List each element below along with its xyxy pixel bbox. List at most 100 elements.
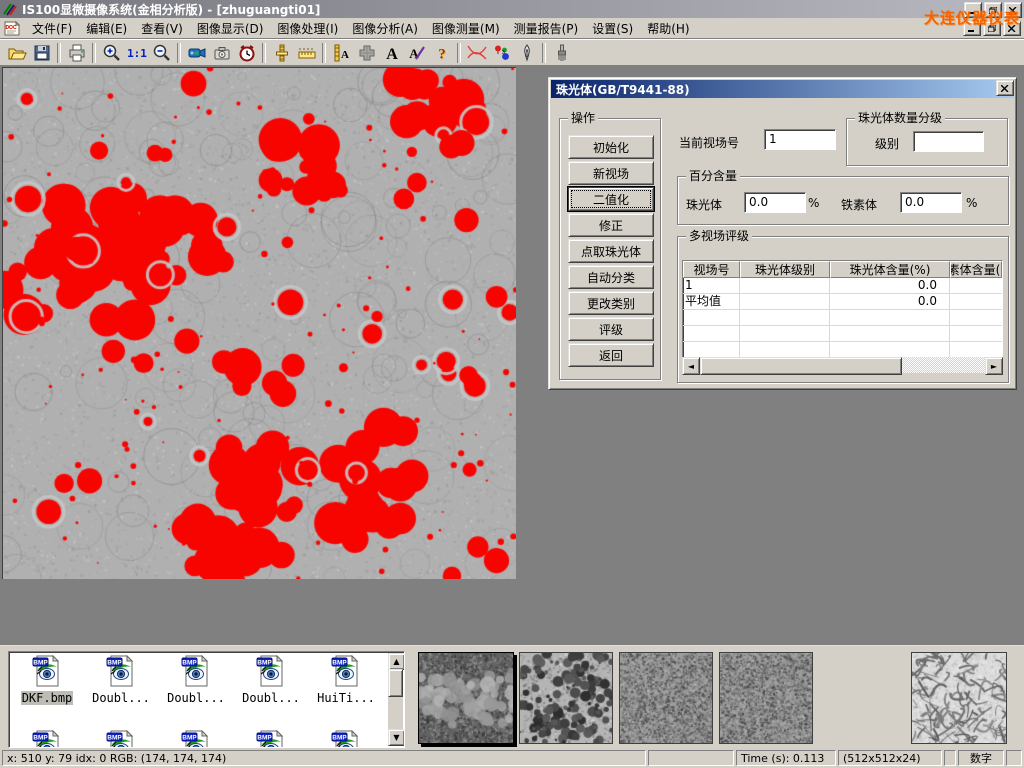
file-name: HuiTi... (316, 691, 376, 705)
menu-help[interactable]: 帮助(H) (640, 18, 696, 39)
phase-classify-balls-icon[interactable]: 3 (489, 41, 514, 65)
current-view-input[interactable]: 1 (764, 129, 836, 150)
menu-file[interactable]: 文件(F) (25, 18, 79, 39)
correct-button[interactable]: 修正 (568, 213, 654, 237)
menu-image-analysis[interactable]: 图像分析(A) (345, 18, 425, 39)
calibration-curves-icon[interactable] (464, 41, 489, 65)
zoom-in-icon[interactable] (99, 41, 124, 65)
file-item[interactable] (160, 730, 232, 748)
bmp-file-icon (31, 655, 63, 687)
file-item[interactable] (11, 730, 83, 748)
pick-pearlite-button[interactable]: 点取珠光体 (568, 239, 654, 263)
bottom-panel: DKF.bmp Doubl... Doubl... Doubl... HuiTi… (0, 645, 1024, 748)
snapshot-camera-icon[interactable] (209, 41, 234, 65)
caliper-calibrate-icon[interactable]: A (329, 41, 354, 65)
pearlite-dialog: 珠光体(GB/T9441-88) 操作 初始化 新视场 二值化 修正 点取珠光体… (548, 77, 1017, 390)
file-item[interactable]: Doubl... (235, 655, 307, 705)
toolbar-separator (542, 43, 546, 63)
draw-pen-icon[interactable] (514, 41, 539, 65)
col-ferrite-content[interactable]: 铁素体含量(%) (950, 261, 1002, 278)
micrograph-image[interactable] (2, 67, 516, 579)
menu-bar: DOC 文件(F) 编辑(E) 查看(V) 图像显示(D) 图像处理(I) 图像… (0, 18, 1024, 39)
print-icon[interactable] (64, 41, 89, 65)
dialog-title-bar[interactable]: 珠光体(GB/T9441-88) (551, 80, 1014, 98)
return-button[interactable]: 返回 (568, 343, 654, 367)
scrollbar-track[interactable] (902, 357, 985, 373)
grid-measure-icon[interactable] (354, 41, 379, 65)
scroll-left-icon[interactable]: ◄ (682, 357, 700, 375)
pearlite-pct-input[interactable]: 0.0 (744, 192, 806, 213)
document-icon: DOC (3, 20, 21, 37)
micrograph-thumbnail-5[interactable] (911, 652, 1007, 744)
current-view-label: 当前视场号 (679, 134, 739, 151)
ferrite-pct-label: 铁素体 (841, 196, 877, 213)
menu-edit[interactable]: 编辑(E) (79, 18, 134, 39)
edit-text-icon[interactable]: A (404, 41, 429, 65)
file-item[interactable] (235, 730, 307, 748)
text-annotate-icon[interactable]: A (379, 41, 404, 65)
col-pearlite-grade[interactable]: 珠光体级别 (740, 261, 830, 278)
change-class-button[interactable]: 更改类别 (568, 291, 654, 315)
fill-brush-icon[interactable] (549, 41, 574, 65)
file-item[interactable]: Doubl... (160, 655, 232, 705)
menu-image-process[interactable]: 图像处理(I) (270, 18, 345, 39)
table-row[interactable]: 平均值 0.0 (683, 294, 1002, 310)
file-item[interactable] (85, 730, 157, 748)
menu-view[interactable]: 查看(V) (134, 18, 190, 39)
video-capture-icon[interactable] (184, 41, 209, 65)
file-item[interactable]: HuiTi... (310, 655, 382, 705)
dialog-close-icon[interactable] (996, 80, 1014, 96)
menu-image-measure[interactable]: 图像测量(M) (425, 18, 507, 39)
col-pearlite-content[interactable]: 珠光体含量(%) (830, 261, 950, 278)
ruler-horizontal-icon[interactable] (294, 41, 319, 65)
micrograph-thumbnail-4[interactable] (719, 652, 813, 744)
micrograph-thumbnail-2[interactable] (519, 652, 613, 744)
pearlite-pct-unit: % (808, 196, 819, 210)
toolbar-separator (57, 43, 61, 63)
rate-button[interactable]: 评级 (568, 317, 654, 341)
toolbar-separator (92, 43, 96, 63)
new-view-button[interactable]: 新视场 (568, 161, 654, 185)
init-button[interactable]: 初始化 (568, 135, 654, 159)
help-question-icon[interactable]: ? (429, 41, 454, 65)
toolbar: 1:1 A A A ? 3 (0, 39, 1024, 66)
cell-grade (740, 278, 830, 294)
file-item[interactable]: Doubl... (85, 655, 157, 705)
menu-measure-report[interactable]: 测量报告(P) (507, 18, 586, 39)
table-row[interactable]: 1 0.0 (683, 278, 1002, 294)
menu-image-display[interactable]: 图像显示(D) (190, 18, 271, 39)
operation-group: 操作 初始化 新视场 二值化 修正 点取珠光体 自动分类 更改类别 评级 返回 (559, 118, 661, 380)
caliper-vertical-icon[interactable] (269, 41, 294, 65)
open-file-icon[interactable] (4, 41, 29, 65)
scroll-down-icon[interactable]: ▼ (388, 729, 405, 746)
scrollbar-thumb[interactable] (700, 357, 902, 375)
cell-pearlite-content: 0.0 (830, 278, 950, 294)
bmp-file-icon (180, 655, 212, 687)
image-size-status: (512x512x24) (838, 750, 942, 766)
micrograph-thumbnail-1[interactable] (418, 652, 514, 744)
col-view-no[interactable]: 视场号 (683, 261, 740, 278)
binarize-button[interactable]: 二值化 (568, 187, 654, 211)
bmp-file-icon (180, 730, 212, 748)
window-title: IS100显微摄像系统(金相分析版) - [zhuguangti01] (22, 1, 320, 18)
scroll-right-icon[interactable]: ► (985, 357, 1003, 375)
file-list: DKF.bmp Doubl... Doubl... Doubl... HuiTi… (8, 651, 405, 748)
file-item[interactable] (310, 730, 382, 748)
menu-settings[interactable]: 设置(S) (585, 18, 640, 39)
timer-clock-icon[interactable] (234, 41, 259, 65)
cell-pearlite-content: 0.0 (830, 294, 950, 310)
cell-ferrite-content (950, 278, 1002, 294)
file-item[interactable]: DKF.bmp (11, 655, 83, 705)
auto-classify-button[interactable]: 自动分类 (568, 265, 654, 289)
actual-size-icon[interactable]: 1:1 (124, 41, 149, 65)
app-icon (2, 2, 18, 16)
zoom-out-icon[interactable] (149, 41, 174, 65)
save-icon[interactable] (29, 41, 54, 65)
micrograph-thumbnail-3[interactable] (619, 652, 713, 744)
scrollbar-thumb[interactable] (388, 669, 403, 697)
grade-input[interactable] (913, 131, 984, 152)
cell-view-no: 平均值 (683, 294, 740, 310)
ferrite-pct-input[interactable]: 0.0 (900, 192, 962, 213)
svg-text:A: A (409, 46, 419, 61)
scroll-up-icon[interactable]: ▲ (388, 653, 405, 670)
